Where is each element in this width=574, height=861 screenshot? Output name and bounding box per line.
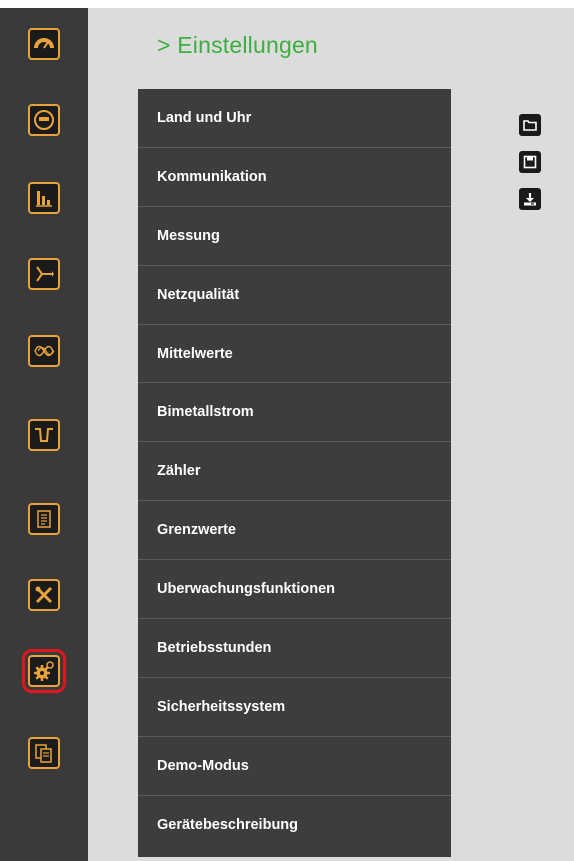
menu-item-bimetallstrom[interactable]: Bimetallstrom: [138, 383, 451, 443]
dip-waveform-icon: [35, 428, 53, 442]
nav-report-button[interactable]: [28, 503, 60, 535]
vector-diagram-icon: [36, 266, 54, 282]
menu-item-messung[interactable]: Messung: [138, 207, 451, 266]
bar-chart-icon: [36, 191, 52, 207]
download-button[interactable]: [519, 188, 541, 210]
menu-item-zaehler[interactable]: Zähler: [138, 442, 451, 502]
save-button[interactable]: [519, 151, 541, 173]
tools-icon: [35, 586, 53, 604]
download-icon: [524, 193, 536, 206]
page-title: > Einstellungen: [157, 32, 318, 58]
nav-documents-button[interactable]: [28, 737, 60, 769]
nav-settings-button[interactable]: [22, 649, 66, 693]
menu-item-demo-modus[interactable]: Demo-Modus: [138, 737, 451, 796]
sine-wave-icon: [34, 345, 55, 357]
menu-item-ueberwachungsfunktionen[interactable]: Uberwachungsfunktionen: [138, 560, 451, 620]
menu-item-mittelwerte[interactable]: Mittelwerte: [138, 325, 451, 384]
nav-vector-button[interactable]: [28, 258, 60, 290]
menu-item-betriebsstunden[interactable]: Betriebsstunden: [138, 619, 451, 678]
folder-open-icon: [523, 120, 537, 131]
settings-menu: Land und Uhr Kommunikation Messung Netzq…: [138, 89, 451, 857]
nav-event-button[interactable]: [28, 419, 60, 451]
menu-item-kommunikation[interactable]: Kommunikation: [138, 148, 451, 207]
nav-tools-button[interactable]: [28, 579, 60, 611]
menu-item-netzqualitaet[interactable]: Netzqualität: [138, 266, 451, 325]
nav-bar-chart-button[interactable]: [28, 182, 60, 214]
meter-icon: [34, 110, 54, 130]
menu-item-land-und-uhr[interactable]: Land und Uhr: [138, 89, 451, 148]
menu-item-grenzwerte[interactable]: Grenzwerte: [138, 501, 451, 561]
settings-gears-icon: [34, 661, 54, 681]
dashboard-gauge-icon: [34, 38, 54, 49]
menu-item-sicherheitssystem[interactable]: Sicherheitssystem: [138, 678, 451, 737]
nav-meter-button[interactable]: [28, 104, 60, 136]
report-list-icon: [37, 510, 51, 528]
nav-dashboard-button[interactable]: [28, 28, 60, 60]
documents-icon: [35, 744, 52, 763]
open-file-button[interactable]: [519, 114, 541, 136]
save-icon: [523, 155, 537, 169]
sidebar: [0, 8, 88, 861]
nav-waveform-button[interactable]: [28, 335, 60, 367]
menu-item-geraetebeschreibung[interactable]: Gerätebeschreibung: [138, 796, 451, 855]
settings-screen: > Einstellungen Land und Uhr Kommunikati…: [0, 8, 574, 861]
